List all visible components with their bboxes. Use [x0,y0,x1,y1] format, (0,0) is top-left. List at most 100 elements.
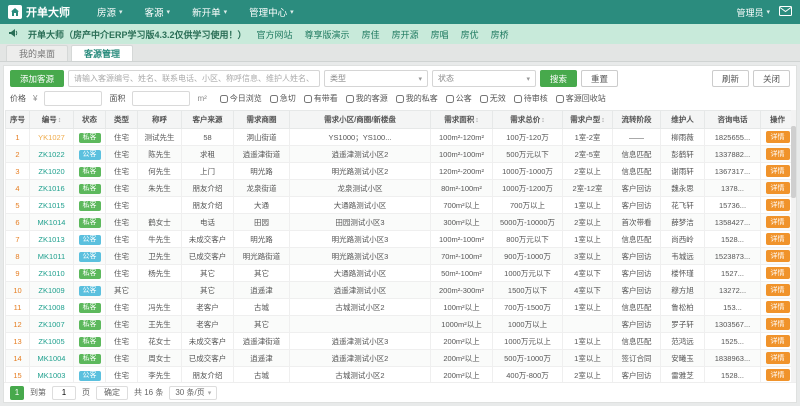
detail-button[interactable]: 详情 [765,233,790,245]
app-logo[interactable]: 开单大师 [8,4,70,20]
filter-checkbox[interactable]: 我的私客 [395,93,438,104]
cell-layout: 1室以上 [562,230,613,248]
tab[interactable]: 我的桌面 [6,45,69,61]
cell-area: 200m²-300m² [430,281,493,299]
announcement-link[interactable]: 房优 [461,28,479,41]
user-menu[interactable]: 管理员 ▾ [736,6,770,19]
detail-button[interactable]: 详情 [765,131,790,143]
customer-code-link[interactable]: ZK1016 [38,184,64,193]
detail-button[interactable]: 详情 [765,301,790,313]
customer-code-link[interactable]: ZK1010 [38,269,64,278]
cell-area: 100m²以上 [430,298,493,316]
nav-menu-item[interactable]: 房源 ▾ [86,0,134,24]
announcement-link[interactable]: 房桥 [491,28,509,41]
announcement-link[interactable]: 官方网站 [257,28,293,41]
customer-code-link[interactable]: ZK1005 [38,337,64,346]
announcement-link[interactable]: 房开源 [392,28,419,41]
customer-code-link[interactable]: ZK1007 [38,320,64,329]
cell-text: 1室-2室 [574,132,601,142]
filter-checkbox[interactable]: 客源回收站 [555,93,606,104]
detail-button[interactable]: 详情 [765,165,790,177]
checkbox-input[interactable] [395,94,404,103]
detail-button[interactable]: 详情 [765,318,790,330]
nav-menu-item[interactable]: 客源 ▾ [134,0,182,24]
sort-icon[interactable]: ↕ [475,117,479,124]
reset-button[interactable]: 重置 [581,70,619,87]
detail-button[interactable]: 详情 [765,199,790,211]
scrollbar-thumb[interactable] [791,126,796,198]
table-row: 1 YK1027 私客 住宅 测试先生 58 洞山街道 YS1000；YS100... 100m… [5,128,795,146]
refresh-button[interactable]: 刷新 [711,70,749,87]
detail-button[interactable]: 详情 [765,250,790,262]
cell-text: 1367317... [714,166,751,176]
announcement-link[interactable]: 房佳 [362,28,380,41]
customer-code-link[interactable]: MK1003 [38,371,66,380]
detail-button[interactable]: 详情 [765,352,790,364]
filter-checkbox[interactable]: 我的客源 [345,93,388,104]
filter-checkbox[interactable]: 急切 [269,93,296,104]
area-input[interactable] [132,91,191,106]
customer-code-link[interactable]: ZK1015 [38,201,64,210]
checkbox-input[interactable] [513,94,522,103]
customer-code-link[interactable]: ZK1022 [38,150,64,159]
customer-code-link[interactable]: YK1027 [38,133,65,142]
detail-button[interactable]: 详情 [765,284,790,296]
per-page-select[interactable]: 30 条/页 ▾ [169,385,218,400]
customer-code-link[interactable]: MK1004 [38,354,66,363]
search-input[interactable] [68,70,321,87]
filter-checkbox[interactable]: 无效 [479,93,506,104]
filter-checkbox[interactable]: 今日浏览 [219,93,262,104]
customer-code-link[interactable]: ZK1009 [38,286,64,295]
nav-menu-label: 房源 [97,8,117,19]
filter-checkbox[interactable]: 待审核 [513,93,548,104]
cell-text: 彭鹤轩 [671,149,694,159]
price-input[interactable] [44,91,103,106]
row-number: 10 [13,285,22,295]
detail-button[interactable]: 详情 [765,369,790,381]
announcement-link[interactable]: 尊享版演示 [305,28,350,41]
cell-text: 已成交客户 [188,251,227,261]
vertical-scrollbar[interactable] [791,110,796,382]
cell-agent: 薛梦洁 [660,213,705,231]
checkbox-input[interactable] [445,94,454,103]
search-button[interactable]: 搜索 [540,70,578,87]
nav-menu-item[interactable]: 管理中心 ▾ [238,0,305,24]
add-customer-button[interactable]: 添加客源 [10,70,65,87]
customer-code-link[interactable]: ZK1020 [38,167,64,176]
app-window: 开单大师 房源 ▾ 客源 ▾ 新开单 ▾ 管理中心 ▾ 管理员 ▾ 开单大师（房产中介ERP学… [0,0,800,406]
checkbox-input[interactable] [555,94,564,103]
tab[interactable]: 客源管理 [71,45,134,61]
goto-page-input[interactable] [52,385,76,400]
detail-button[interactable]: 详情 [765,267,790,279]
customer-code-link[interactable]: MK1011 [38,252,65,261]
customer-code-link[interactable]: ZK1013 [38,235,64,244]
filter-checkbox[interactable]: 有带看 [303,93,338,104]
cell-name: 周女士 [137,349,182,367]
sort-icon[interactable]: ↕ [58,117,62,124]
checkbox-input[interactable] [269,94,278,103]
goto-confirm-button[interactable]: 确定 [96,385,128,400]
detail-button[interactable]: 详情 [765,148,790,160]
status-select[interactable]: 状态 ▾ [432,70,537,87]
nav-menu-item[interactable]: 新开单 ▾ [181,0,238,24]
close-button[interactable]: 关闭 [752,70,790,87]
detail-button[interactable]: 详情 [765,216,790,228]
type-select[interactable]: 类型 ▾ [324,70,429,87]
filter-checkbox[interactable]: 公客 [445,93,472,104]
sort-icon[interactable]: ↕ [601,117,605,124]
page-1-button[interactable]: 1 [10,385,24,400]
checkbox-input[interactable] [479,94,488,103]
announcement-link[interactable]: 房唱 [431,28,449,41]
detail-button[interactable]: 详情 [765,335,790,347]
checkbox-input[interactable] [345,94,354,103]
customer-code-link[interactable]: ZK1008 [38,303,64,312]
checkbox-input[interactable] [219,94,228,103]
cell-text: 罗子轩 [671,319,694,329]
sort-icon[interactable]: ↕ [541,117,545,124]
cell-text: 牛先生 [148,234,171,244]
cell-status: 私客 [73,332,106,350]
mail-icon[interactable] [779,6,792,18]
customer-code-link[interactable]: MK1014 [38,218,66,227]
detail-button[interactable]: 详情 [765,182,790,194]
checkbox-input[interactable] [303,94,312,103]
